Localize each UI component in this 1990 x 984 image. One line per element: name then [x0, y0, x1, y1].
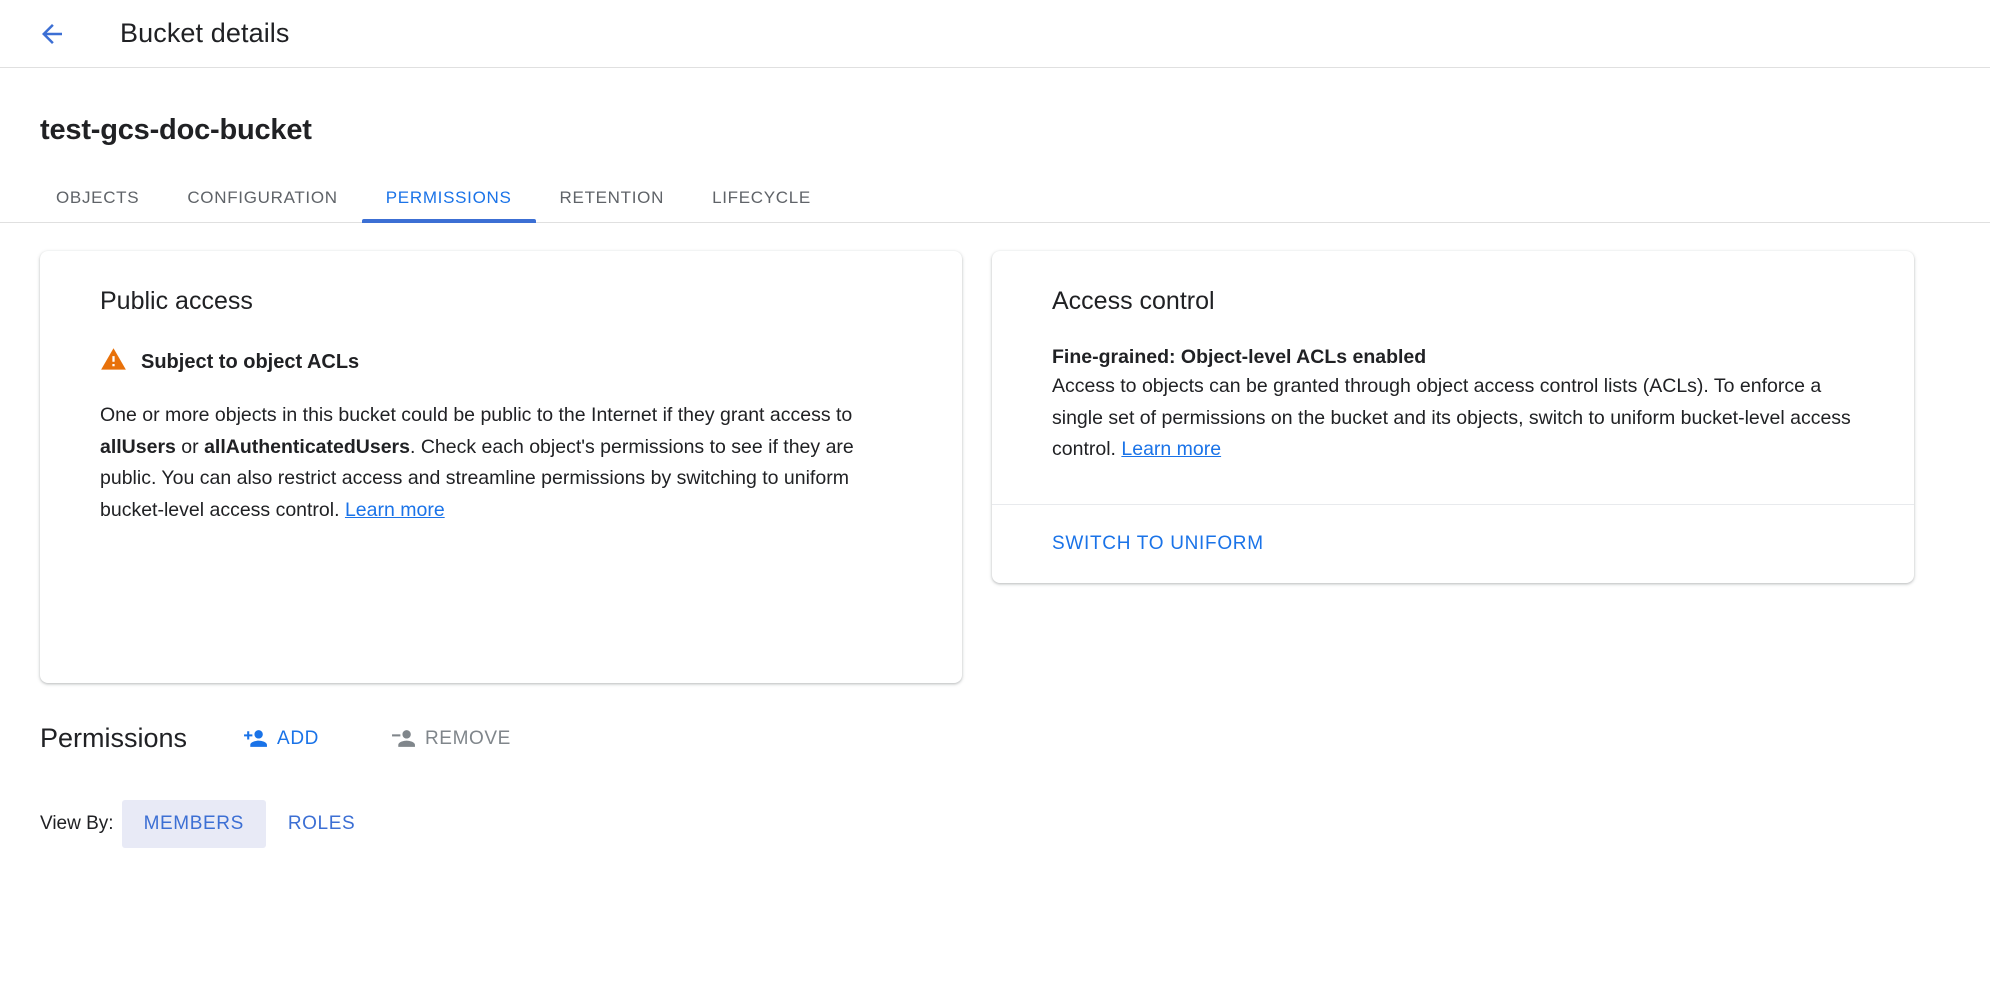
arrow-back-icon [37, 19, 67, 49]
access-control-title: Access control [1052, 287, 1854, 316]
add-member-button[interactable]: ADD [243, 726, 319, 751]
view-by-label: View By: [40, 813, 114, 835]
warning-triangle-icon [100, 346, 127, 378]
page-title: Bucket details [120, 18, 290, 49]
access-control-card-body: Access control Fine-grained: Object-leve… [992, 251, 1914, 504]
public-access-bold-allauthenticatedusers: allAuthenticatedUsers [204, 436, 410, 458]
view-by-section: View By: MEMBERS ROLES [0, 754, 1990, 848]
permissions-section: Permissions ADD REMOVE [0, 683, 1990, 754]
public-access-title: Public access [100, 287, 902, 316]
person-remove-icon [391, 726, 416, 751]
access-control-learn-more-link[interactable]: Learn more [1121, 438, 1221, 460]
page-header: Bucket details [0, 0, 1990, 68]
public-access-text-2: or [176, 436, 204, 458]
tab-lifecycle[interactable]: LIFECYCLE [688, 188, 835, 222]
public-access-text-1: One or more objects in this bucket could… [100, 404, 852, 426]
public-access-status: Subject to object ACLs [100, 346, 902, 378]
remove-member-label: REMOVE [425, 728, 511, 750]
tab-retention[interactable]: RETENTION [536, 188, 689, 222]
public-access-card: Public access Subject to object ACLs One… [40, 251, 962, 683]
view-by-roles-button[interactable]: ROLES [266, 800, 377, 848]
access-control-description: Access to objects can be granted through… [1052, 371, 1854, 466]
switch-to-uniform-button[interactable]: SWITCH TO UNIFORM [1052, 533, 1264, 555]
tab-configuration[interactable]: CONFIGURATION [163, 188, 361, 222]
add-member-label: ADD [277, 728, 319, 750]
public-access-learn-more-link[interactable]: Learn more [345, 499, 445, 521]
remove-member-button[interactable]: REMOVE [391, 726, 511, 751]
permissions-title: Permissions [40, 723, 187, 754]
access-control-card-footer: SWITCH TO UNIFORM [992, 504, 1914, 583]
tab-permissions[interactable]: PERMISSIONS [362, 188, 536, 222]
back-button[interactable] [28, 10, 76, 58]
access-control-subhead: Fine-grained: Object-level ACLs enabled [1052, 346, 1854, 369]
public-access-card-body: Public access Subject to object ACLs One… [40, 251, 962, 564]
person-add-icon [243, 726, 268, 751]
access-control-card: Access control Fine-grained: Object-leve… [992, 251, 1914, 583]
public-access-status-text: Subject to object ACLs [141, 351, 359, 374]
public-access-bold-allusers: allUsers [100, 436, 176, 458]
tab-bar: OBJECTS CONFIGURATION PERMISSIONS RETENT… [0, 173, 1990, 223]
public-access-description: One or more objects in this bucket could… [100, 400, 902, 526]
tab-objects[interactable]: OBJECTS [32, 188, 163, 222]
view-by-members-button[interactable]: MEMBERS [122, 800, 266, 848]
cards-row: Public access Subject to object ACLs One… [0, 223, 1990, 683]
bucket-name: test-gcs-doc-bucket [0, 68, 1990, 147]
